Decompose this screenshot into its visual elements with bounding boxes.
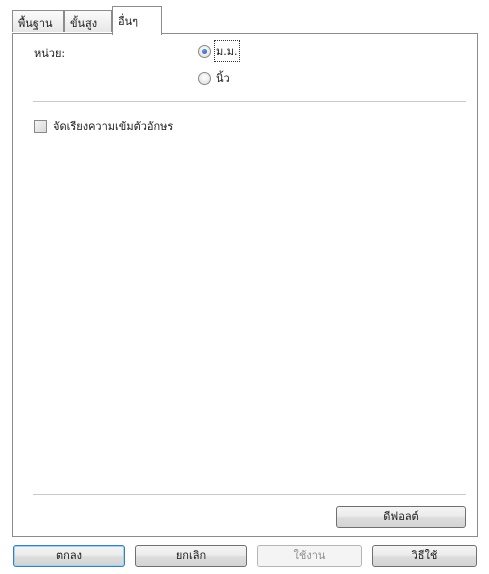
apply-button-label: ใช้งาน	[293, 549, 326, 562]
units-radio-inch[interactable]: นิ้ว	[198, 70, 230, 86]
tab-basic-label: พื้นฐาน	[18, 17, 53, 30]
cancel-button-label: ยกเลิก	[175, 549, 207, 562]
radio-button-selected-icon[interactable]	[198, 44, 211, 58]
tab-other-label: อื่นๆ	[118, 15, 139, 28]
divider-top	[33, 101, 466, 102]
help-button-label: วิธีใช้	[411, 549, 438, 562]
defaults-button-label: ดีฟอลต์	[383, 510, 419, 523]
units-radio-mm-label: ม.ม.	[214, 40, 240, 62]
tab-panel-other: หน่วย: ม.ม. นิ้ว จัดเรียงความเข้มตัวอักษ…	[12, 33, 478, 537]
ok-button[interactable]: ตกลง	[13, 545, 125, 567]
defaults-button[interactable]: ดีฟอลต์	[336, 506, 466, 528]
help-button[interactable]: วิธีใช้	[372, 545, 477, 567]
font-smoothing-label: จัดเรียงความเข้มตัวอักษร	[53, 120, 174, 133]
divider-bottom	[33, 494, 466, 495]
tab-advanced-label: ขั้นสูง	[70, 17, 98, 30]
ok-button-label: ตกลง	[56, 549, 82, 562]
tab-advanced[interactable]: ขั้นสูง	[64, 10, 112, 32]
radio-button-icon[interactable]	[198, 71, 211, 85]
checkbox-icon[interactable]	[34, 119, 47, 133]
units-label: หน่วย:	[34, 47, 66, 60]
tab-other[interactable]: อื่นๆ	[112, 6, 162, 35]
units-radio-inch-label: นิ้ว	[216, 72, 230, 85]
tab-basic[interactable]: พื้นฐาน	[12, 10, 64, 32]
font-smoothing-checkbox[interactable]: จัดเรียงความเข้มตัวอักษร	[34, 117, 173, 135]
units-radio-mm[interactable]: ม.ม.	[198, 40, 240, 62]
cancel-button[interactable]: ยกเลิก	[135, 545, 247, 567]
apply-button[interactable]: ใช้งาน	[257, 545, 362, 567]
